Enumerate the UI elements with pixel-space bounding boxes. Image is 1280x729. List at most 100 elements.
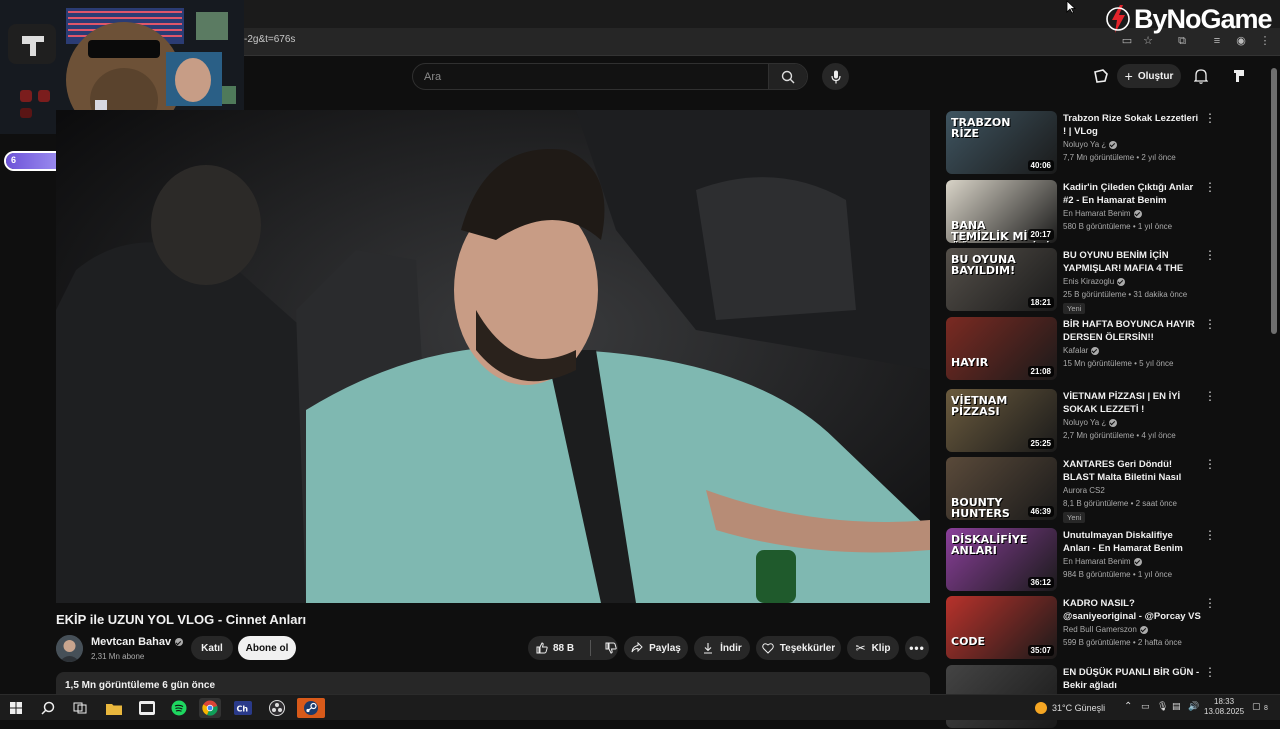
recommended-channel-name[interactable]: En Hamarat Benim xyxy=(1063,557,1131,566)
search-button[interactable] xyxy=(768,64,807,89)
video-player[interactable] xyxy=(56,110,930,603)
recommended-video[interactable]: HAYIR 21:08 BİR HAFTA BOYUNCA HAYIR DERSEN… xyxy=(946,317,1266,381)
like-button[interactable]: 88 B xyxy=(536,642,574,654)
more-vertical-icon[interactable]: ⋮ xyxy=(1204,390,1216,402)
recommended-channel[interactable]: Enis Kirazoglu xyxy=(1063,277,1126,286)
more-vertical-icon[interactable]: ⋮ xyxy=(1204,529,1216,541)
voice-search-button[interactable] xyxy=(822,63,849,90)
tray-mic-icon[interactable]: 🎙 xyxy=(1157,701,1168,712)
subscribe-button[interactable]: Abone ol xyxy=(238,636,296,660)
create-button[interactable]: + Oluştur xyxy=(1117,64,1181,88)
tray-device-icon[interactable]: ▭ xyxy=(1141,701,1150,712)
recommended-channel[interactable]: Noluyo Ya ¿ xyxy=(1063,418,1118,427)
search-box[interactable] xyxy=(412,63,808,90)
media-controls-icon[interactable]: ≡ xyxy=(1210,34,1224,48)
taskbar-clock[interactable]: 18:33 13.08.2025 xyxy=(1204,697,1244,717)
recommended-channel-name[interactable]: Aurora CS2 xyxy=(1063,486,1105,495)
recommended-video[interactable]: TRABZON RİZE 40:06 Trabzon Rize Sokak Lezz… xyxy=(946,111,1266,175)
recommended-channel-name[interactable]: En Hamarat Benim xyxy=(1063,209,1131,218)
notifications-bell-icon[interactable] xyxy=(1191,66,1211,86)
recommended-channel-name[interactable]: Red Bull Gamerszon xyxy=(1063,625,1137,634)
recommended-video-title[interactable]: XANTARES Geri Döndü! BLAST Malta Biletin… xyxy=(1063,458,1201,484)
recommended-channel-name[interactable]: Kafalar xyxy=(1063,346,1088,355)
file-explorer-icon[interactable] xyxy=(103,698,125,718)
sidebar-scrollbar[interactable] xyxy=(1270,68,1278,688)
search-input[interactable] xyxy=(413,64,769,89)
more-vertical-icon[interactable]: ⋮ xyxy=(1204,458,1216,470)
obs-icon[interactable] xyxy=(266,698,288,718)
thanks-button[interactable]: Teşekkürler xyxy=(756,636,841,660)
recommended-video-title[interactable]: BU OYUNU BENİM İÇİN YAPMIŞLAR! MAFIA 4 T… xyxy=(1063,249,1201,275)
profile-icon[interactable]: ◉ xyxy=(1234,34,1248,48)
recommended-channel[interactable]: Kafalar xyxy=(1063,346,1100,355)
dislike-button[interactable] xyxy=(605,642,617,654)
tray-network-icon[interactable]: ▤ xyxy=(1172,701,1181,712)
join-button[interactable]: Katıl xyxy=(191,636,233,660)
more-vertical-icon[interactable]: ⋮ xyxy=(1204,112,1216,124)
video-thumbnail[interactable]: DİSKALİFİYE ANLARI 36:12 xyxy=(946,528,1057,591)
more-vertical-icon[interactable]: ⋮ xyxy=(1204,597,1216,609)
extensions-icon[interactable]: ⧉ xyxy=(1175,34,1189,48)
recommended-channel[interactable]: Aurora CS2 xyxy=(1063,486,1105,495)
scrollbar-thumb[interactable] xyxy=(1271,68,1277,334)
recommended-channel[interactable]: En Hamarat Benim xyxy=(1063,557,1142,566)
spotify-icon[interactable] xyxy=(168,698,190,718)
channel-avatar[interactable] xyxy=(56,635,83,662)
clip-button[interactable]: ✂ Klip xyxy=(847,636,899,660)
recommended-video[interactable]: BANA TEMİZLİK Mİ ÖĞRETECEKSİNİZ?20:17Kad… xyxy=(946,180,1266,244)
video-thumbnail[interactable]: BU OYUNA BAYILDIM! 18:21 xyxy=(946,248,1057,311)
recommended-video[interactable]: DİSKALİFİYE ANLARI 36:12 Unutulmayan Diska… xyxy=(946,528,1266,592)
tray-volume-icon[interactable]: 🔊 xyxy=(1188,701,1199,712)
tray-chevron-up-icon[interactable]: ⌃ xyxy=(1124,701,1132,712)
recommended-video-meta: 580 B görüntüleme • 1 yıl önce xyxy=(1063,222,1173,231)
recommended-channel[interactable]: En Hamarat Benim xyxy=(1063,209,1142,218)
recommended-channel[interactable]: Red Bull Gamerszon xyxy=(1063,625,1148,634)
recommended-video[interactable]: CODE 35:07 KADRO NASIL? @saniyeoriginal - … xyxy=(946,596,1266,660)
chrome-icon[interactable] xyxy=(199,698,221,718)
recommended-channel-name[interactable]: Noluyo Ya ¿ xyxy=(1063,418,1106,427)
steam-icon[interactable] xyxy=(297,698,325,718)
app-ndi-icon[interactable] xyxy=(136,698,158,718)
recommended-video[interactable]: VİETNAM PİZZASI 25:25 VİETNAM PİZZASI | EN… xyxy=(946,389,1266,453)
weather-sun-icon[interactable] xyxy=(1030,698,1052,718)
chatterino-icon[interactable]: Ch xyxy=(232,698,254,718)
recommended-channel[interactable]: Noluyo Ya ¿ xyxy=(1063,140,1118,149)
premium-badge-icon[interactable] xyxy=(1091,66,1111,86)
channel-name[interactable]: Mevtcan Bahav xyxy=(91,636,184,648)
more-vertical-icon[interactable]: ⋮ xyxy=(1204,318,1216,330)
weather-text[interactable]: 31°C Güneşli xyxy=(1052,703,1105,713)
video-thumbnail[interactable]: HAYIR 21:08 xyxy=(946,317,1057,380)
recommended-video-title[interactable]: BİR HAFTA BOYUNCA HAYIR DERSEN ÖLERSİN!! xyxy=(1063,318,1201,344)
recommended-video-title[interactable]: KADRO NASIL? @saniyeoriginal - @Porcay V… xyxy=(1063,597,1201,623)
recommended-video[interactable]: BU OYUNA BAYILDIM! 18:21 BU OYUNU BENİM İÇ… xyxy=(946,248,1266,314)
recommended-video-title[interactable]: Trabzon Rize Sokak Lezzetleri ! | VLog xyxy=(1063,112,1201,138)
browser-menu-icon[interactable]: ⋮ xyxy=(1258,34,1272,48)
recommended-channel-name[interactable]: Enis Kirazoglu xyxy=(1063,277,1114,286)
url-text[interactable]: -2g&t=676s xyxy=(244,34,295,45)
task-view-icon[interactable] xyxy=(69,698,91,718)
video-thumbnail[interactable]: CODE 35:07 xyxy=(946,596,1057,659)
video-thumbnail[interactable]: BOUNTY HUNTERS 46:39 xyxy=(946,457,1057,520)
video-thumbnail[interactable]: VİETNAM PİZZASI 25:25 xyxy=(946,389,1057,452)
recommended-video-title[interactable]: VİETNAM PİZZASI | EN İYİ SOKAK LEZZETİ ! xyxy=(1063,390,1201,416)
recommended-video[interactable]: BOUNTY HUNTERS 46:39 XANTARES Geri Döndü! … xyxy=(946,457,1266,523)
windows-start-icon[interactable] xyxy=(5,698,27,718)
recommended-video-title[interactable]: EN DÜŞÜK PUANLI BİR GÜN - Bekir ağladı xyxy=(1063,666,1201,692)
more-actions-button[interactable]: ••• xyxy=(905,636,929,660)
download-button[interactable]: İndir xyxy=(694,636,750,660)
video-thumbnail[interactable]: BANA TEMİZLİK Mİ ÖĞRETECEKSİNİZ?20:17 xyxy=(946,180,1057,243)
account-avatar[interactable] xyxy=(1229,66,1249,86)
more-vertical-icon[interactable]: ⋮ xyxy=(1204,181,1216,193)
share-button[interactable]: Paylaş xyxy=(624,636,688,660)
notification-center-icon[interactable]: ▢ xyxy=(1252,701,1261,712)
recommended-video-title[interactable]: Unutulmayan Diskalifiye Anları - En Hama… xyxy=(1063,529,1201,555)
cast-icon[interactable]: ▭ xyxy=(1120,34,1134,48)
channel-name-text[interactable]: Mevtcan Bahav xyxy=(91,636,171,648)
bookmark-star-icon[interactable]: ☆ xyxy=(1141,34,1155,48)
recommended-video-title[interactable]: Kadir'in Çileden Çıktığı Anlar #2 - En H… xyxy=(1063,181,1201,207)
recommended-channel-name[interactable]: Noluyo Ya ¿ xyxy=(1063,140,1106,149)
more-vertical-icon[interactable]: ⋮ xyxy=(1204,249,1216,261)
more-vertical-icon[interactable]: ⋮ xyxy=(1204,666,1216,678)
video-thumbnail[interactable]: TRABZON RİZE 40:06 xyxy=(946,111,1057,174)
taskbar-search-icon[interactable] xyxy=(37,698,59,718)
